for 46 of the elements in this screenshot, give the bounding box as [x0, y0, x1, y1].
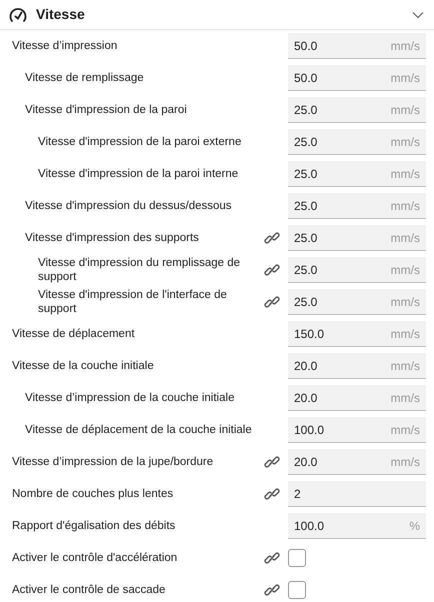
- input-field[interactable]: 50.0 mm/s: [288, 65, 426, 91]
- input-field[interactable]: 50.0 mm/s: [288, 33, 426, 59]
- setting-label: Vitesse d'impression de l'interface de support: [38, 288, 228, 316]
- setting-label: Vitesse de remplissage: [25, 71, 145, 85]
- input-field[interactable]: 25.0 mm/s: [288, 193, 426, 219]
- input-field[interactable]: 25.0 mm/s: [288, 129, 426, 155]
- checkbox[interactable]: [288, 581, 306, 599]
- input-field[interactable]: 25.0 mm/s: [288, 97, 426, 123]
- setting-label: Vitesse d'impression du remplissage de support: [38, 256, 242, 284]
- setting-label: Vitesse d'impression du dessus/dessous: [25, 199, 233, 213]
- link-icon[interactable]: [264, 486, 280, 502]
- link-icon[interactable]: [264, 262, 280, 278]
- input-field[interactable]: 100.0 mm/s: [288, 417, 426, 443]
- checkbox[interactable]: [288, 549, 306, 567]
- setting-label: Vitesse de déplacement de la couche initiale: [25, 423, 253, 437]
- setting-label: Vitesse d’impression: [12, 39, 118, 53]
- link-icon[interactable]: [264, 294, 280, 310]
- link-icon[interactable]: [264, 454, 280, 470]
- input-field[interactable]: 20.0 mm/s: [288, 449, 426, 475]
- setting-label: Vitesse de la couche initiale: [12, 359, 155, 373]
- link-icon[interactable]: [264, 550, 280, 566]
- setting-label: Rapport d'égalisation des débits: [12, 519, 176, 533]
- setting-label: Vitesse d’impression de la couche initiale: [25, 391, 236, 405]
- input-field[interactable]: 2: [288, 481, 426, 507]
- input-field[interactable]: 25.0 mm/s: [288, 257, 426, 283]
- setting-label: Vitesse d’impression de la jupe/bordure: [12, 455, 214, 469]
- input-field[interactable]: 20.0 mm/s: [288, 353, 426, 379]
- setting-label: Vitesse d'impression de la paroi interne: [38, 167, 240, 181]
- input-field[interactable]: 100.0 %: [288, 513, 426, 539]
- setting-label: Vitesse de déplacement: [12, 327, 136, 341]
- input-field[interactable]: 25.0 mm/s: [288, 225, 426, 251]
- input-field[interactable]: 20.0 mm/s: [288, 385, 426, 411]
- gauge-icon: [8, 6, 28, 24]
- link-icon[interactable]: [264, 230, 280, 246]
- link-icon[interactable]: [264, 582, 280, 598]
- setting-label: Activer le contrôle de saccade: [12, 583, 166, 597]
- section-title: Vitesse: [36, 5, 85, 24]
- setting-label: Nombre de couches plus lentes: [12, 487, 174, 501]
- input-field[interactable]: 150.0 mm/s: [288, 321, 426, 347]
- setting-label: Activer le contrôle d'accélération: [12, 551, 178, 565]
- chevron-icon[interactable]: [412, 10, 424, 18]
- setting-label: Vitesse d'impression des supports: [25, 231, 200, 245]
- input-field[interactable]: 25.0 mm/s: [288, 161, 426, 187]
- setting-label: Vitesse d'impression de la paroi externe: [38, 135, 242, 149]
- input-field[interactable]: 25.0 mm/s: [288, 289, 426, 315]
- setting-label: Vitesse d'impression de la paroi: [25, 103, 188, 117]
